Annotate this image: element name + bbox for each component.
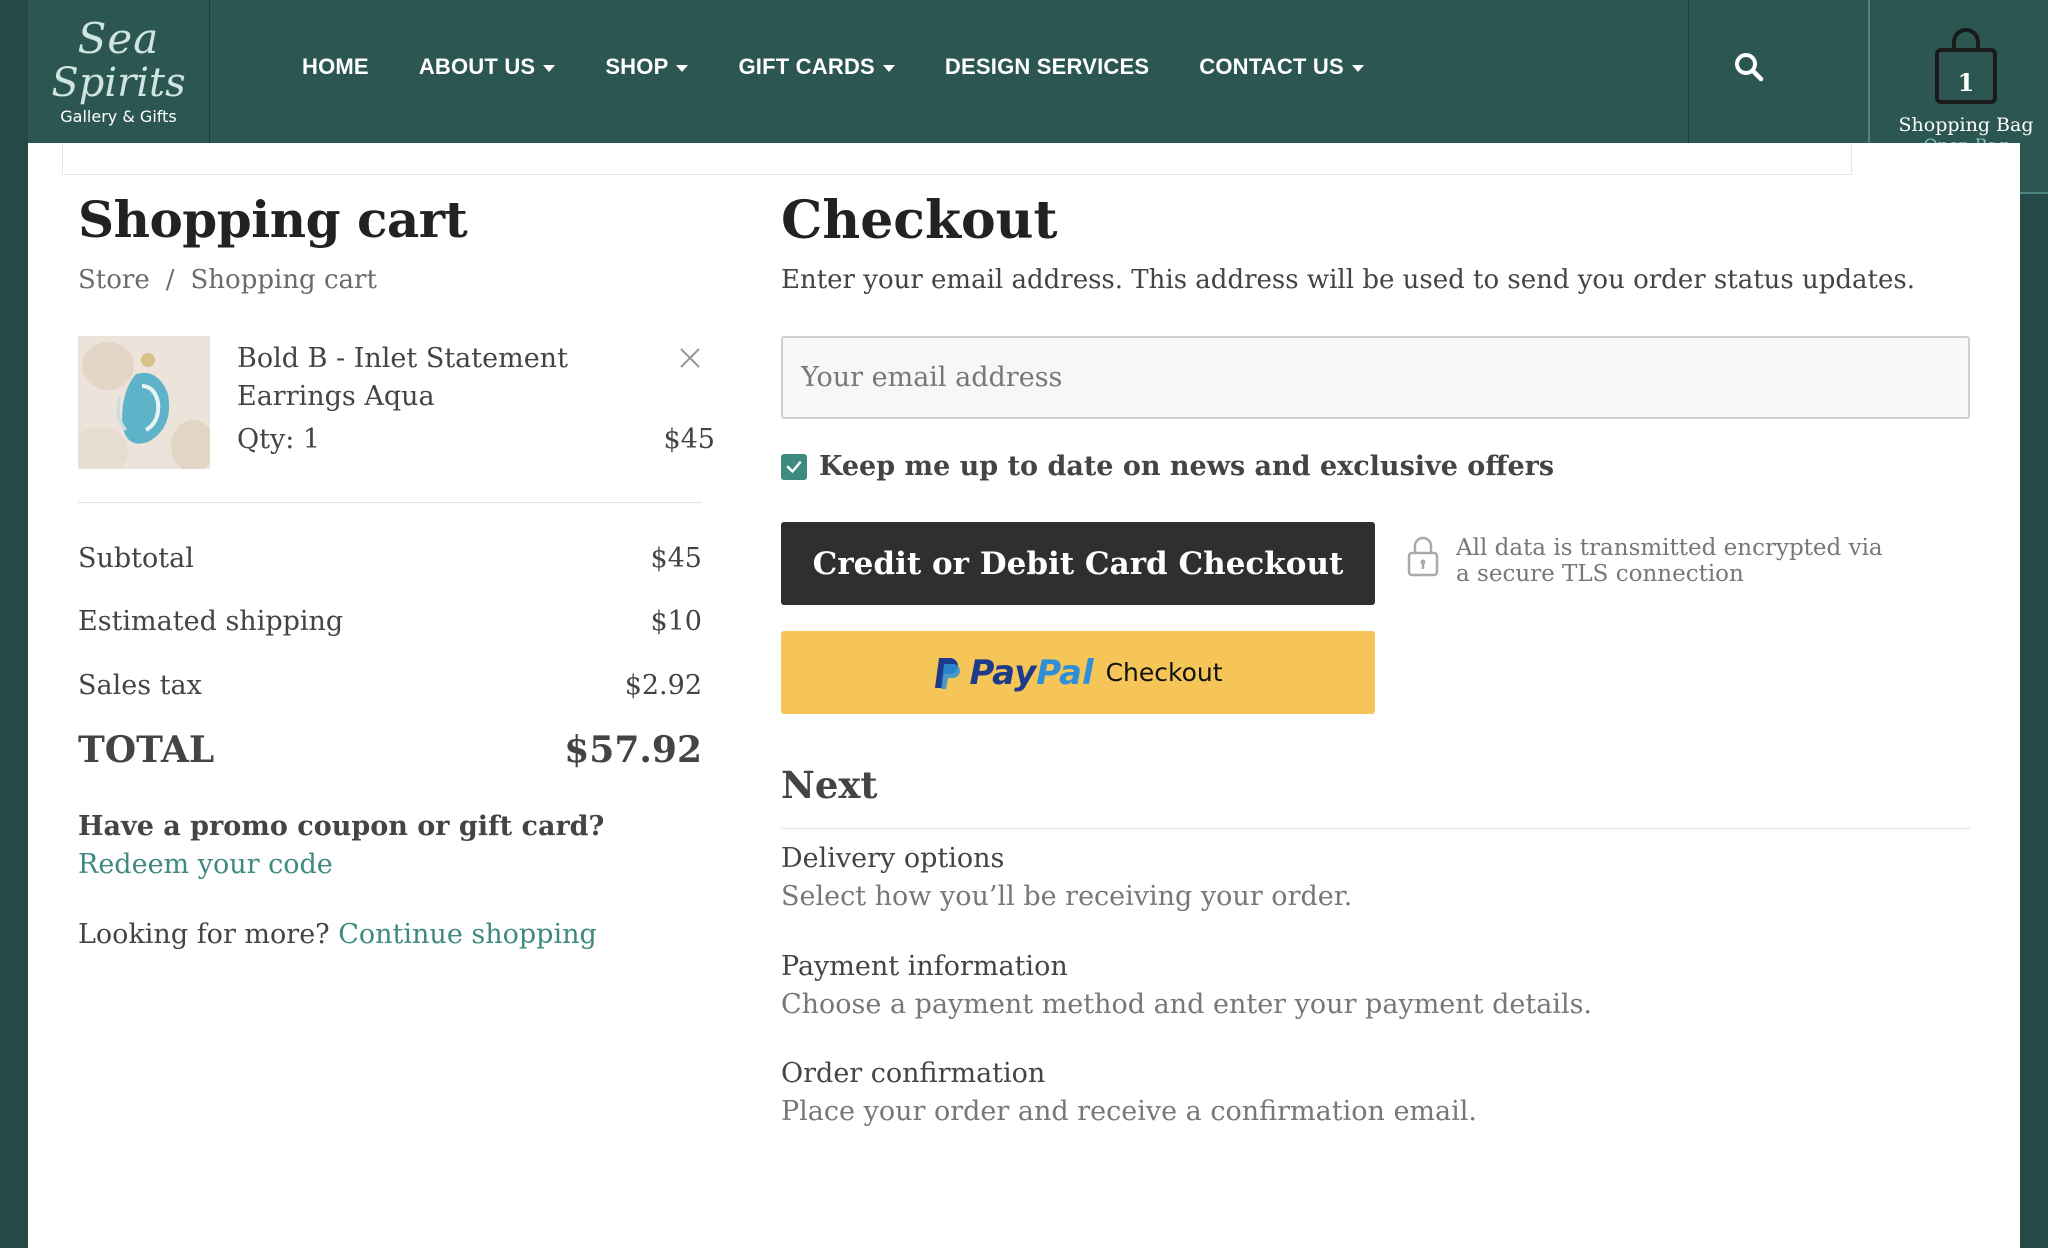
step-confirmation-title: Order confirmation bbox=[781, 1058, 1046, 1089]
paypal-wordmark: PayPal bbox=[969, 653, 1093, 693]
summary-label: Sales tax bbox=[78, 670, 202, 701]
checkmark-icon bbox=[786, 460, 802, 473]
lock-icon bbox=[1407, 536, 1439, 577]
search-icon bbox=[1734, 52, 1763, 81]
close-icon bbox=[680, 348, 700, 368]
product-image[interactable] bbox=[78, 336, 210, 469]
summary-value: $45 bbox=[650, 543, 702, 574]
summary-total: TOTAL $57.92 bbox=[78, 729, 702, 771]
main-nav: HOME ABOUT US SHOP GIFT CARDS DESIGN SER… bbox=[302, 0, 1364, 134]
summary-tax: Sales tax $2.92 bbox=[78, 670, 702, 701]
paypal-pal: Pal bbox=[1036, 652, 1094, 693]
step-payment-desc: Choose a payment method and enter your p… bbox=[781, 989, 1593, 1020]
total-label: TOTAL bbox=[78, 729, 215, 771]
step-confirmation-desc: Place your order and receive a confirmat… bbox=[781, 1096, 1477, 1127]
nav-gift-cards-label: GIFT CARDS bbox=[738, 54, 875, 79]
newsletter-checkbox[interactable] bbox=[781, 453, 807, 480]
email-field[interactable] bbox=[781, 336, 1970, 419]
nav-home[interactable]: HOME bbox=[302, 54, 369, 80]
caret-down-icon bbox=[882, 65, 895, 72]
summary-value: $10 bbox=[650, 606, 702, 637]
remove-item-button[interactable] bbox=[679, 347, 701, 369]
nav-design-services[interactable]: DESIGN SERVICES bbox=[945, 54, 1149, 80]
nav-about-us-label: ABOUT US bbox=[418, 54, 536, 79]
bag-label: Shopping Bag bbox=[1898, 114, 2034, 136]
breadcrumb: Store / Shopping cart bbox=[78, 265, 377, 295]
newsletter-option[interactable]: Keep me up to date on news and exclusive… bbox=[781, 451, 1554, 482]
nav-contact-us-label: CONTACT US bbox=[1199, 54, 1344, 79]
secure-notice: All data is transmitted encrypted via a … bbox=[1406, 535, 1896, 587]
nav-shop[interactable]: SHOP bbox=[605, 54, 689, 80]
product-price: $45 bbox=[663, 424, 715, 455]
caret-down-icon bbox=[1351, 65, 1364, 72]
checkout-title: Checkout bbox=[781, 190, 1058, 251]
caret-down-icon bbox=[676, 65, 689, 72]
summary-label: Subtotal bbox=[78, 543, 194, 574]
nav-contact-us[interactable]: CONTACT US bbox=[1199, 54, 1364, 80]
more-text: Looking for more? bbox=[78, 919, 330, 950]
cart-title: Shopping cart bbox=[78, 190, 468, 249]
continue-shopping-link[interactable]: Continue shopping bbox=[338, 919, 597, 950]
search-button[interactable] bbox=[1688, 0, 1808, 143]
checkout-subtitle: Enter your email address. This address w… bbox=[781, 265, 1915, 295]
summary-label: Estimated shipping bbox=[78, 606, 344, 637]
card-checkout-button[interactable]: Credit or Debit Card Checkout bbox=[781, 522, 1375, 605]
caret-down-icon bbox=[543, 65, 556, 72]
breadcrumb-store[interactable]: Store bbox=[78, 265, 150, 295]
promo-question: Have a promo coupon or gift card? bbox=[78, 811, 605, 842]
logo-line-1: Sea bbox=[77, 14, 160, 63]
summary-shipping: Estimated shipping $10 bbox=[78, 606, 702, 637]
paypal-icon bbox=[935, 657, 961, 689]
nav-shop-label: SHOP bbox=[605, 54, 669, 79]
redeem-code-link[interactable]: Redeem your code bbox=[78, 849, 333, 880]
newsletter-label: Keep me up to date on news and exclusive… bbox=[819, 451, 1555, 482]
site-logo[interactable]: Sea Spirits Gallery & Gifts bbox=[28, 0, 210, 143]
breadcrumb-separator: / bbox=[165, 265, 175, 295]
site-header: Sea Spirits Gallery & Gifts HOME ABOUT U… bbox=[28, 0, 2048, 194]
logo-line-2: Spirits bbox=[51, 60, 186, 106]
bag-count: 1 bbox=[1957, 68, 1975, 97]
divider bbox=[78, 502, 702, 503]
summary-subtotal: Subtotal $45 bbox=[78, 543, 702, 574]
paypal-checkout-button[interactable]: PayPal Checkout bbox=[781, 631, 1375, 714]
nav-design-services-label: DESIGN SERVICES bbox=[944, 54, 1150, 79]
nav-home-label: HOME bbox=[302, 54, 369, 79]
main-panel: Shopping cart Store / Shopping cart Bold… bbox=[28, 143, 2020, 1248]
total-value: $57.92 bbox=[564, 729, 702, 771]
top-divider-bar bbox=[62, 143, 1852, 175]
bag-icon: 1 bbox=[1934, 28, 1998, 106]
logo-tagline: Gallery & Gifts bbox=[60, 107, 177, 126]
nav-gift-cards[interactable]: GIFT CARDS bbox=[738, 54, 895, 80]
secure-text: All data is transmitted encrypted via a … bbox=[1456, 535, 1883, 587]
step-delivery-desc: Select how you’ll be receiving your orde… bbox=[781, 881, 1353, 912]
divider bbox=[781, 828, 1970, 829]
product-qty: Qty: 1 bbox=[237, 424, 321, 455]
next-title: Next bbox=[781, 763, 878, 807]
paypal-checkout-label: Checkout bbox=[1105, 658, 1223, 687]
summary-value: $2.92 bbox=[624, 670, 702, 701]
breadcrumb-current: Shopping cart bbox=[190, 265, 377, 295]
step-delivery-title: Delivery options bbox=[781, 843, 1005, 874]
product-name[interactable]: Bold B - Inlet Statement Earrings Aqua bbox=[237, 340, 597, 416]
continue-shopping-row: Looking for more? Continue shopping bbox=[78, 919, 597, 950]
step-payment-title: Payment information bbox=[781, 951, 1068, 982]
nav-about-us[interactable]: ABOUT US bbox=[419, 54, 556, 80]
paypal-pay: Pay bbox=[969, 652, 1037, 693]
